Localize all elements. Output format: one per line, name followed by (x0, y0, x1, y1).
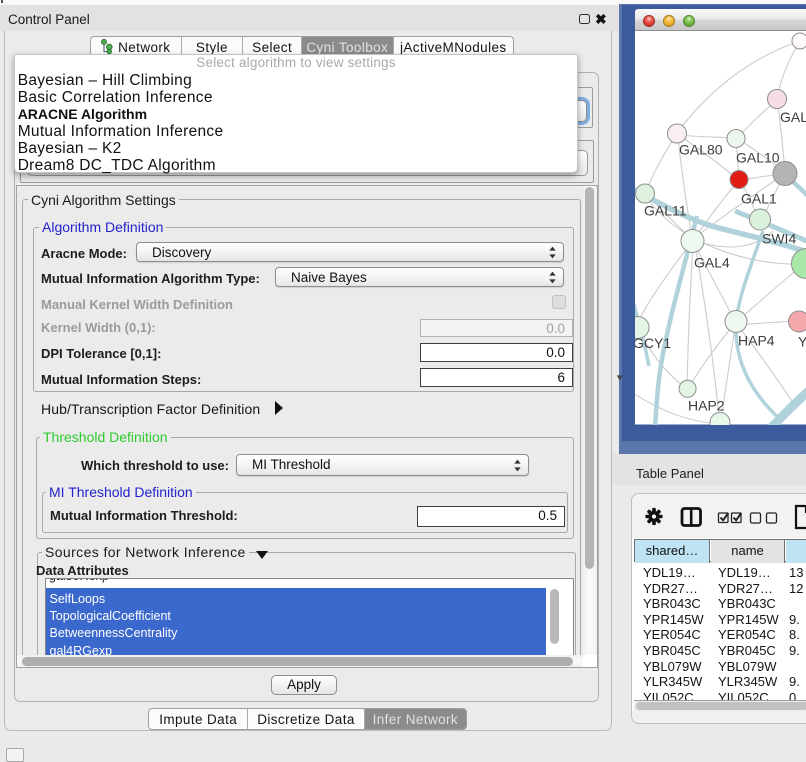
svg-text:GCY1: GCY1 (635, 335, 671, 351)
svg-text:Y: Y (798, 334, 806, 350)
svg-text:GAL1: GAL1 (741, 191, 777, 207)
svg-text:GAL10: GAL10 (736, 150, 780, 166)
svg-text:GAL80: GAL80 (679, 142, 723, 158)
svg-text:SWI4: SWI4 (762, 231, 796, 247)
svg-text:GAL4: GAL4 (694, 255, 730, 271)
svg-text:GAL2: GAL2 (780, 109, 806, 125)
svg-text:HAP2: HAP2 (688, 398, 725, 414)
svg-text:GAL11: GAL11 (644, 203, 687, 219)
svg-text:HAP4: HAP4 (738, 333, 775, 349)
